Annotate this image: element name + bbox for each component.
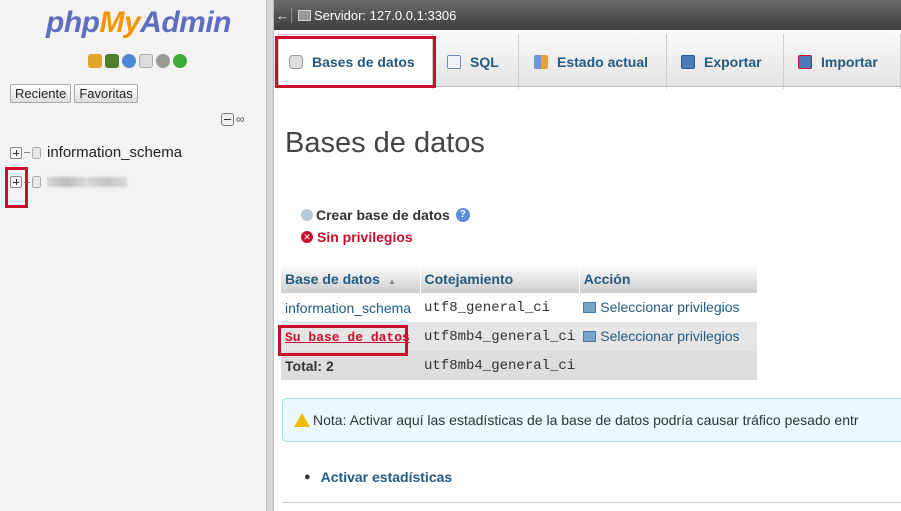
phpmyadmin-logo[interactable]: phpMyAdmin (46, 6, 231, 40)
sort-ascending-icon[interactable]: ▲ (388, 277, 396, 286)
create-database-label[interactable]: Crear base de datos (316, 207, 450, 223)
warning-icon (294, 413, 310, 427)
no-privileges-notice: ✕ Sin privilegios (301, 229, 413, 245)
sidebar-nav-icons (88, 54, 187, 68)
home-icon[interactable] (88, 54, 102, 68)
logo-php: php (46, 6, 100, 39)
check-privileges-link[interactable]: Seleccionar privilegios (583, 299, 740, 315)
create-database-link[interactable]: Crear base de datos ? (301, 207, 470, 223)
settings-icon[interactable] (156, 54, 170, 68)
tree-connector (24, 152, 30, 153)
tree-item-label[interactable]: information_schema (47, 144, 182, 161)
statistics-notice: Nota: Activar aquí las estadísticas de l… (282, 398, 901, 442)
error-icon: ✕ (301, 231, 313, 243)
tab-export[interactable]: Exportar (671, 34, 784, 89)
favorites-tab[interactable]: Favoritas (74, 84, 138, 103)
exit-icon[interactable] (105, 54, 119, 68)
export-icon (681, 54, 695, 69)
column-header-action: Acción (579, 264, 758, 293)
database-link[interactable]: information_schema (285, 300, 411, 316)
collapse-arrow-icon[interactable]: ← (274, 7, 292, 23)
main-content: ← Servidor: 127.0.0.1:3306 Bases de dato… (274, 0, 901, 511)
collation-cell: utf8_general_ci (420, 293, 580, 322)
recent-tab[interactable]: Reciente (10, 84, 72, 103)
highlight-box-expander (5, 167, 28, 208)
link-icon[interactable]: ∞ (236, 112, 245, 126)
divider (282, 502, 901, 503)
no-privileges-label: Sin privilegios (317, 229, 413, 245)
server-breadcrumb[interactable]: Servidor: 127.0.0.1:3306 (314, 8, 456, 23)
total-empty-cell (579, 351, 758, 380)
database-icon (32, 146, 41, 159)
navigation-sidebar: phpMyAdmin Reciente Favoritas ∞ informat… (0, 0, 266, 511)
tab-label: Exportar (704, 53, 762, 70)
page-title: Bases de datos (285, 127, 485, 159)
tab-label: Estado actual (557, 53, 649, 70)
tab-label: Importar (821, 53, 878, 70)
total-collation: utf8mb4_general_ci (420, 351, 580, 380)
collapse-all-button[interactable] (221, 113, 234, 126)
recent-favorites-tabs: Reciente Favoritas (10, 84, 138, 103)
reload-icon[interactable] (173, 54, 187, 68)
tab-label: SQL (470, 53, 499, 70)
create-database-icon (301, 209, 313, 221)
docs-icon[interactable] (139, 54, 153, 68)
table-row: information_schema utf8_general_ci Selec… (281, 293, 758, 322)
logo-my: My (99, 6, 141, 39)
action-cell: Seleccionar privilegios (579, 322, 758, 351)
tab-status[interactable]: Estado actual (524, 34, 667, 89)
databases-table: Base de datos ▲ Cotejamiento Acción infor… (281, 264, 758, 380)
server-breadcrumb-bar: ← Servidor: 127.0.0.1:3306 (274, 0, 901, 30)
sidebar-resize-handle[interactable] (266, 0, 274, 511)
expand-icon[interactable] (10, 146, 22, 159)
table-header-row: Base de datos ▲ Cotejamiento Acción (281, 264, 758, 293)
sql-icon (447, 54, 461, 69)
column-header-database[interactable]: Base de datos ▲ (281, 264, 421, 293)
notice-text: Nota: Activar aquí las estadísticas de l… (313, 412, 859, 428)
tab-sql[interactable]: SQL (437, 34, 519, 89)
action-cell: Seleccionar privilegios (579, 293, 758, 322)
column-header-collation: Cotejamiento (420, 264, 580, 293)
help-icon[interactable]: ? (455, 208, 470, 222)
enable-statistics-item: ● Activar estadísticas (304, 469, 452, 485)
server-icon (298, 9, 311, 21)
enable-statistics-link[interactable]: Activar estadísticas (321, 469, 453, 485)
status-icon (534, 54, 548, 69)
database-name-cell[interactable]: information_schema (281, 293, 420, 322)
highlight-box-databases-tab (275, 36, 436, 88)
tree-item-information-schema[interactable]: information_schema (10, 144, 182, 161)
highlight-box-database-row (278, 325, 408, 356)
bullet-icon: ● (304, 471, 311, 483)
privileges-icon (583, 330, 597, 342)
privileges-icon (583, 301, 597, 313)
database-icon (32, 176, 41, 188)
blurred-database-name[interactable] (47, 177, 127, 187)
check-privileges-link[interactable]: Seleccionar privilegios (583, 328, 740, 344)
tab-import[interactable]: Importar (788, 34, 901, 89)
collation-cell: utf8mb4_general_ci (420, 322, 580, 351)
help-icon[interactable] (122, 54, 136, 68)
logo-admin: Admin (140, 6, 231, 39)
import-icon (798, 54, 812, 69)
